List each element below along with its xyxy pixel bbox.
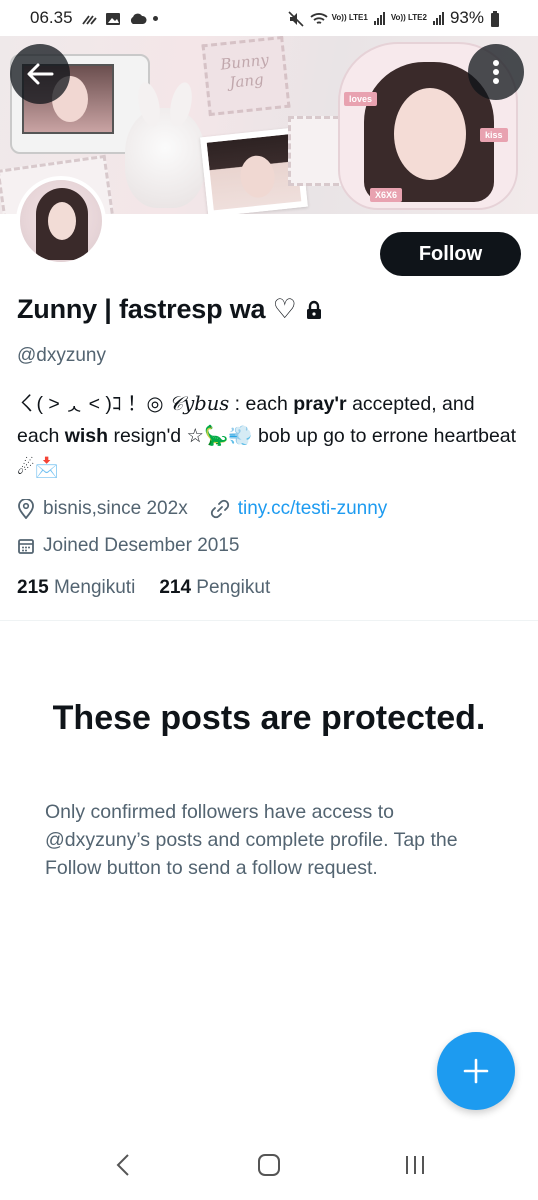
protected-title-text: These posts are protected. <box>52 699 486 737</box>
profile-bio: ㄑ( ˃ ᆺ ˂ )ｺ ！◎ 𝒞ybus : each pray'r accep… <box>17 388 522 484</box>
swipe-icon <box>81 11 97 25</box>
follow-stats: 215 Mengikuti 214 Pengikut <box>17 577 270 599</box>
link-icon <box>210 499 229 519</box>
arrow-left-icon <box>27 63 54 85</box>
lock-icon <box>305 300 323 320</box>
notification-dot-icon <box>152 15 158 21</box>
name-row: Zunny | fastresp wa ♡ <box>17 294 323 325</box>
following-label: Mengikuti <box>53 577 136 598</box>
follow-button[interactable]: Follow <box>380 232 521 276</box>
plush-bunny <box>125 80 205 208</box>
avatar[interactable] <box>16 176 106 266</box>
tag-loves: loves <box>344 92 378 106</box>
joined-date: Joined Desember 2015 <box>43 535 240 556</box>
user-handle: @dxyzuny <box>17 345 106 366</box>
clock: 06.35 <box>30 8 73 27</box>
lte1-label: Vo)) LTE1 <box>331 13 368 22</box>
following-stat[interactable]: 215 Mengikuti <box>17 577 135 599</box>
bio-bold-1: pray'r <box>293 393 347 415</box>
location-pin-icon <box>18 499 34 519</box>
section-divider <box>0 620 538 621</box>
wifi-icon <box>310 11 328 25</box>
nav-back-button[interactable] <box>103 1145 143 1185</box>
back-button[interactable] <box>10 44 70 104</box>
protected-description: Only confirmed followers have access to … <box>45 801 458 879</box>
recents-icon <box>406 1156 424 1174</box>
following-count: 215 <box>17 577 49 598</box>
bio-text-2: : each <box>229 393 294 415</box>
bio-text-1: ㄑ( ˃ ᆺ ˂ )ｺ ！◎ <box>17 393 169 415</box>
meta-row-joined: Joined Desember 2015 <box>17 535 239 557</box>
nav-home-button[interactable] <box>249 1145 289 1185</box>
chevron-left-icon <box>116 1154 129 1176</box>
followers-stat[interactable]: 214 Pengikut <box>159 577 270 599</box>
tag-xoxo: X6X6 <box>370 188 403 202</box>
location-text: bisnis,since 202x <box>43 498 188 519</box>
status-bar: 06.35 Vo)) LTE1 Vo)) LTE2 93% <box>0 0 538 36</box>
display-name: Zunny | fastresp wa ♡ <box>17 294 297 324</box>
more-vertical-icon <box>493 60 499 84</box>
followers-label: Pengikut <box>196 577 271 598</box>
bunny-stamp: Bunny Jang <box>201 36 291 117</box>
mute-icon <box>288 11 304 27</box>
lte2-label: Vo)) LTE2 <box>390 13 427 22</box>
more-options-button[interactable] <box>468 44 524 100</box>
system-nav-bar <box>0 1130 538 1200</box>
plus-icon <box>463 1058 489 1084</box>
signal1-icon <box>373 11 385 25</box>
signal2-icon <box>432 11 444 25</box>
tag-kiss: kiss <box>480 128 508 142</box>
protected-title: These posts are protected. <box>0 695 538 741</box>
bio-bold-2: wish <box>64 425 109 447</box>
nav-recents-button[interactable] <box>395 1145 435 1185</box>
calendar-icon <box>18 539 34 554</box>
battery-percent: 93% <box>449 8 484 27</box>
profile-link[interactable]: tiny.cc/testi-zunny <box>238 498 388 520</box>
home-square-icon <box>258 1154 280 1176</box>
battery-icon <box>490 11 506 27</box>
cloud-icon <box>129 11 147 25</box>
compose-button[interactable] <box>437 1032 515 1110</box>
followers-count: 214 <box>159 577 192 598</box>
meta-row-location: bisnis,since 202x tiny.cc/testi-zunny <box>17 498 387 520</box>
bio-script-text: 𝒞ybus <box>168 392 230 415</box>
gallery-icon <box>105 11 121 25</box>
